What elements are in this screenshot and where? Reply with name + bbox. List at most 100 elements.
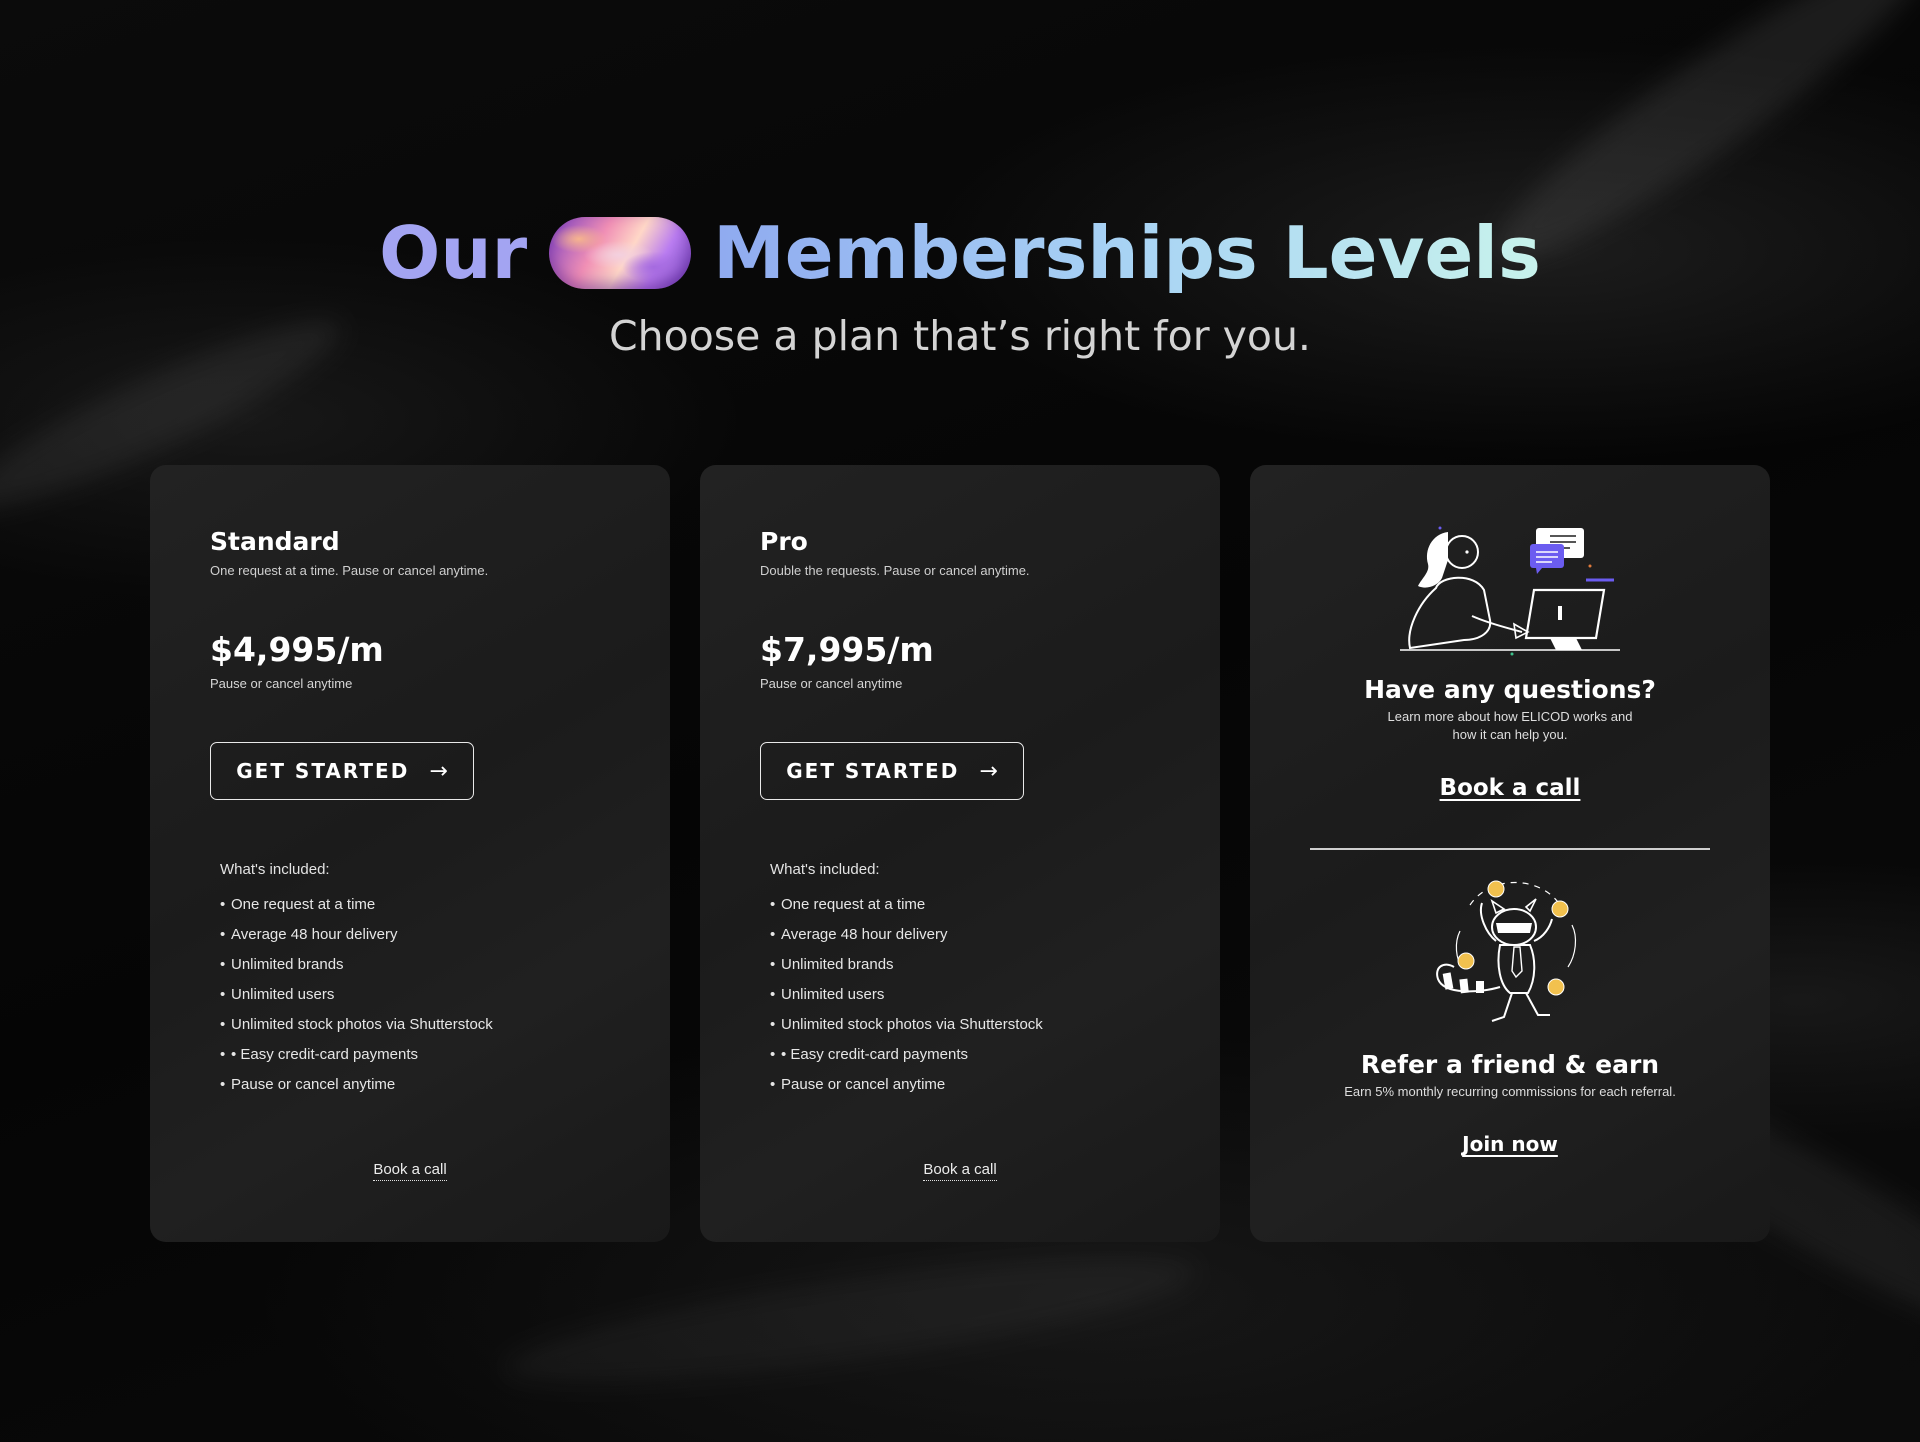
plan-price-note: Pause or cancel anytime xyxy=(760,676,903,691)
feature-text: Unlimited stock photos via Shutterstock xyxy=(231,1016,493,1033)
list-item: • Average 48 hour delivery xyxy=(220,925,493,955)
bullet-icon: • xyxy=(770,926,776,943)
feature-text: Unlimited brands xyxy=(781,956,894,973)
list-item: • • Easy credit-card payments xyxy=(220,1045,493,1075)
divider xyxy=(1310,848,1710,850)
coin-shape xyxy=(1457,952,1475,970)
book-call-link[interactable]: Book a call xyxy=(923,1161,997,1181)
bullet-icon: • xyxy=(220,1016,226,1033)
coin-shape xyxy=(1487,880,1505,898)
plan-price: $7,995/m xyxy=(760,630,934,669)
raccoon-body xyxy=(1497,944,1536,994)
raccoon-mask xyxy=(1496,923,1532,933)
plan-name: Standard xyxy=(210,527,340,556)
raccoon-leg xyxy=(1525,992,1550,1016)
list-item: • Unlimited stock photos via Shutterstock xyxy=(220,1015,493,1045)
coin-shape xyxy=(1547,978,1565,996)
feature-text: Pause or cancel anytime xyxy=(781,1076,946,1093)
raccoon-ear xyxy=(1524,898,1537,913)
questions-text-body: Learn more about how ELICOD works and ho… xyxy=(1387,709,1633,742)
raccoon-tie xyxy=(1511,946,1523,979)
juggle-arc xyxy=(1469,881,1561,906)
page-subtitle: Choose a plan that’s right for you. xyxy=(609,312,1311,360)
eye-shape xyxy=(1465,550,1469,554)
title-our: Our xyxy=(379,210,528,295)
chat-bubble-purple xyxy=(1530,544,1564,568)
bullet-icon: • xyxy=(770,1016,776,1033)
raccoon-leg xyxy=(1491,992,1513,1022)
monitor-stand-shape xyxy=(1550,638,1582,650)
questions-link-row: Book a call xyxy=(1250,775,1770,801)
plan-card-standard: Standard One request at a time. Pause or… xyxy=(150,465,670,1242)
feature-text: Unlimited stock photos via Shutterstock xyxy=(781,1016,1043,1033)
get-started-label: GET STARTED xyxy=(786,759,960,783)
feature-text: One request at a time xyxy=(781,896,926,913)
head-shape xyxy=(1445,535,1479,569)
chat-bubble-tail xyxy=(1536,568,1542,574)
questions-title: Have any questions? xyxy=(1364,675,1656,704)
feature-text: Average 48 hour delivery xyxy=(231,926,398,943)
get-started-button[interactable]: GET STARTED → xyxy=(760,742,1024,800)
bullet-icon: • xyxy=(220,1076,226,1093)
plan-name: Pro xyxy=(760,527,808,556)
feature-list: • One request at a time • Average 48 hour … xyxy=(770,895,1043,1105)
book-call-link[interactable]: Book a call xyxy=(373,1161,447,1181)
bullet-icon: • xyxy=(770,896,776,913)
list-item: • Pause or cancel anytime xyxy=(220,1075,493,1105)
bullet-icon: • xyxy=(220,926,226,943)
bullet-icon: • xyxy=(220,896,226,913)
plan-description: Double the requests. Pause or cancel any… xyxy=(760,563,1030,578)
list-item: • Unlimited users xyxy=(770,985,1043,1015)
get-started-label: GET STARTED xyxy=(236,759,410,783)
list-item: • One request at a time xyxy=(220,895,493,925)
list-item: • Unlimited brands xyxy=(770,955,1043,985)
list-item: • • Easy credit-card payments xyxy=(770,1045,1043,1075)
included-heading: What's included: xyxy=(770,861,880,878)
book-call-link[interactable]: Book a call xyxy=(1440,775,1581,801)
page-title: Our Memberships Levels xyxy=(0,205,1920,300)
bullet-icon: • xyxy=(770,1076,776,1093)
bullet-icon: • xyxy=(770,1046,776,1063)
bullet-icon: • xyxy=(770,986,776,1003)
bullet-icon: • xyxy=(770,956,776,973)
help-card: Have any questions? Learn more about how… xyxy=(1250,465,1770,1242)
plan-price: $4,995/m xyxy=(210,630,384,669)
list-item: • One request at a time xyxy=(770,895,1043,925)
sparkle-dot xyxy=(1438,526,1442,530)
sparkle-dot xyxy=(1588,564,1592,568)
hair-shape xyxy=(1418,532,1448,588)
plan-description: One request at a time. Pause or cancel a… xyxy=(210,563,489,578)
bullet-icon: • xyxy=(220,986,226,1003)
list-item: • Unlimited stock photos via Shutterstock xyxy=(770,1015,1043,1045)
feature-text: • Easy credit-card payments xyxy=(781,1046,968,1063)
list-item: • Pause or cancel anytime xyxy=(770,1075,1043,1105)
plan-card-pro: Pro Double the requests. Pause or cancel… xyxy=(700,465,1220,1242)
feature-text: Pause or cancel anytime xyxy=(231,1076,396,1093)
get-started-button[interactable]: GET STARTED → xyxy=(210,742,474,800)
list-item: • Unlimited users xyxy=(220,985,493,1015)
body-shape xyxy=(1408,576,1492,650)
arrow-right-icon: → xyxy=(979,758,998,784)
tail-stripe xyxy=(1476,981,1484,993)
refer-title: Refer a friend & earn xyxy=(1360,1050,1660,1079)
tail-stripe xyxy=(1459,978,1469,994)
sparkle-dot xyxy=(1510,652,1514,656)
coin-shape xyxy=(1551,900,1569,918)
bullet-icon: • xyxy=(220,1046,226,1063)
plan-price-note: Pause or cancel anytime xyxy=(210,676,353,691)
title-memberships-levels: Memberships Levels xyxy=(713,210,1541,295)
feature-text: Unlimited brands xyxy=(231,956,344,973)
book-call-row: Book a call xyxy=(150,1161,670,1181)
feature-text: • Easy credit-card payments xyxy=(231,1046,418,1063)
feature-text: Unlimited users xyxy=(231,986,335,1003)
arrow-right-icon: → xyxy=(429,758,448,784)
join-now-link[interactable]: Join now xyxy=(1462,1132,1558,1156)
raccoon-juggling-coins-icon xyxy=(1436,880,1577,1022)
questions-text: Learn more about how ELICOD works and ho… xyxy=(1250,708,1770,744)
iridescent-pill-icon xyxy=(549,216,692,289)
woman-at-computer-icon xyxy=(1400,526,1620,656)
join-now-row: Join now xyxy=(1250,1132,1770,1156)
included-heading: What's included: xyxy=(220,861,330,878)
feature-list: • One request at a time • Average 48 hour … xyxy=(220,895,493,1105)
book-call-row: Book a call xyxy=(700,1161,1220,1181)
